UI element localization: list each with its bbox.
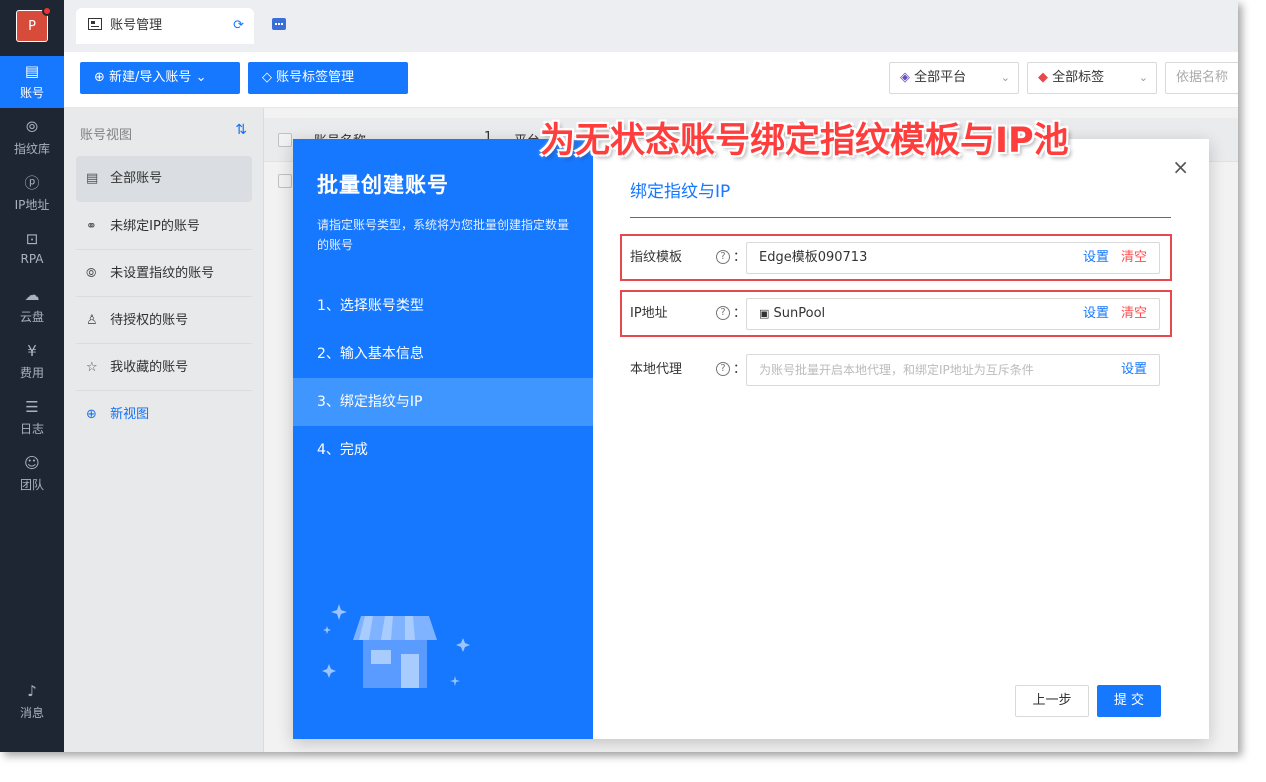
- button-label: 新建/导入账号: [109, 70, 192, 85]
- ip-address-row: IP地址 ? ： ▣ SunPool 设置 清空: [630, 298, 1160, 330]
- search-input[interactable]: 依据名称: [1165, 62, 1238, 94]
- step-3[interactable]: 3、绑定指纹与IP: [293, 378, 593, 426]
- bell-icon: ♪: [27, 682, 37, 700]
- ip-address-field[interactable]: ▣ SunPool 设置 清空: [746, 298, 1160, 330]
- step-2[interactable]: 2、输入基本信息: [293, 330, 593, 378]
- nav-label: 账号: [19, 86, 44, 100]
- step-4[interactable]: 4、完成: [293, 426, 593, 474]
- tag-icon: ◆: [1038, 70, 1048, 85]
- ip-address-label: IP地址: [630, 306, 668, 321]
- cloud-drive-icon: ☁: [24, 286, 40, 304]
- ip-pool-name: SunPool: [773, 306, 826, 321]
- colon: ：: [733, 306, 747, 321]
- ip-set-link[interactable]: 设置: [1083, 299, 1109, 329]
- search-placeholder: 依据名称: [1176, 70, 1229, 85]
- team-icon: ☺: [24, 454, 40, 472]
- log-icon: ☰: [25, 398, 39, 416]
- left-nav: P ▤ 账号 ⦾ 指纹库 ⓟ IP地址 ⊡ RPA ☁ 云盘 ¥ 费用 ☰ 日志…: [0, 0, 64, 752]
- nav-item-logs[interactable]: ☰ 日志: [0, 392, 64, 444]
- annotation-caption: 为无状态账号绑定指纹模板与IP池: [540, 121, 1069, 161]
- colon: ：: [733, 362, 747, 377]
- nav-label: 云盘: [19, 310, 44, 324]
- dialog-title: 批量创建账号: [317, 173, 449, 197]
- batch-create-dialog: 批量创建账号 请指定账号类型，系统将为您批量创建指定数量的账号 1、选择账号类型…: [293, 139, 1209, 739]
- notification-dot: [42, 6, 52, 16]
- id-card-icon: [88, 18, 102, 30]
- close-icon[interactable]: ×: [1172, 155, 1189, 179]
- toolbar: ⊕ 新建/导入账号 ⌄ ◇ 账号标签管理 ◈ 全部平台 ⌄ ◆ 全部标签 ⌄ 依…: [64, 52, 1238, 108]
- fingerprint-template-label: 指纹模板: [630, 250, 683, 265]
- help-icon[interactable]: ?: [716, 250, 730, 264]
- fingerprint-template-value: Edge模板090713: [759, 250, 868, 265]
- nav-item-accounts[interactable]: ▤ 账号: [0, 56, 64, 108]
- ip-clear-link[interactable]: 清空: [1121, 299, 1147, 329]
- nav-item-messages[interactable]: ♪ 消息: [0, 676, 64, 728]
- robot-icon: ⊡: [25, 230, 39, 248]
- previous-step-button[interactable]: 上一步: [1015, 685, 1089, 717]
- tab-account-management[interactable]: 账号管理 ⟳: [76, 8, 254, 44]
- fingerprint-icon: ⦾: [25, 118, 38, 136]
- help-icon[interactable]: ?: [716, 362, 730, 376]
- section-title: 绑定指纹与IP: [630, 182, 731, 202]
- ip-pool-icon: ▣: [759, 307, 770, 320]
- proxy-set-link[interactable]: 设置: [1121, 355, 1147, 385]
- nav-label: 消息: [19, 706, 44, 720]
- new-import-account-button[interactable]: ⊕ 新建/导入账号 ⌄: [80, 62, 240, 94]
- fingerprint-template-row: 指纹模板 ? ： Edge模板090713 设置 清空: [630, 242, 1160, 274]
- local-proxy-field[interactable]: 为账号批量开启本地代理，和绑定IP地址为互斥条件 设置: [746, 354, 1160, 386]
- browser-icon: [272, 18, 286, 30]
- fingerprint-set-link[interactable]: 设置: [1083, 243, 1109, 273]
- local-proxy-row: 本地代理 ? ： 为账号批量开启本地代理，和绑定IP地址为互斥条件 设置: [630, 354, 1160, 386]
- ip-icon: ⓟ: [24, 174, 40, 192]
- app-logo[interactable]: P: [16, 6, 52, 42]
- chevron-down-icon: ⌄: [1138, 71, 1148, 84]
- nav-label: IP地址: [14, 198, 50, 212]
- submit-button[interactable]: 提 交: [1097, 685, 1161, 717]
- nav-label: 指纹库: [13, 142, 50, 156]
- tab-x1[interactable]: x1: [260, 8, 320, 69]
- nav-label: 日志: [19, 422, 44, 436]
- layers-icon: ◈: [900, 70, 910, 85]
- id-card-icon: ▤: [24, 62, 40, 80]
- wizard-steps-panel: 批量创建账号 请指定账号类型，系统将为您批量创建指定数量的账号 1、选择账号类型…: [293, 139, 593, 739]
- fingerprint-clear-link[interactable]: 清空: [1121, 243, 1147, 273]
- shop-illustration-icon: [322, 604, 470, 688]
- button-label: 账号标签管理: [276, 70, 355, 85]
- local-proxy-placeholder: 为账号批量开启本地代理，和绑定IP地址为互斥条件: [759, 363, 1034, 377]
- select-value: 全部标签: [1052, 70, 1105, 85]
- tab-label: 账号管理: [110, 18, 163, 33]
- platform-select[interactable]: ◈ 全部平台 ⌄: [889, 62, 1019, 94]
- yen-icon: ¥: [27, 342, 37, 360]
- local-proxy-label: 本地代理: [630, 362, 683, 377]
- tab-bar: 账号管理 ⟳ x1: [64, 0, 1238, 69]
- nav-label: RPA: [20, 252, 44, 266]
- nav-item-billing[interactable]: ¥ 费用: [0, 336, 64, 388]
- section-divider: [630, 217, 1171, 218]
- fingerprint-template-field[interactable]: Edge模板090713 设置 清空: [746, 242, 1160, 274]
- nav-label: 团队: [19, 478, 44, 492]
- tags-select[interactable]: ◆ 全部标签 ⌄: [1027, 62, 1157, 94]
- help-icon[interactable]: ?: [716, 306, 730, 320]
- nav-label: 费用: [19, 366, 44, 380]
- nav-item-cloud[interactable]: ☁ 云盘: [0, 280, 64, 332]
- refresh-icon[interactable]: ⟳: [233, 8, 244, 44]
- nav-item-fingerprints[interactable]: ⦾ 指纹库: [0, 112, 64, 164]
- colon: ：: [733, 250, 747, 265]
- nav-item-ip[interactable]: ⓟ IP地址: [0, 168, 64, 220]
- nav-item-rpa[interactable]: ⊡ RPA: [0, 224, 64, 276]
- plus-circle-icon: ⊕: [94, 70, 105, 85]
- nav-item-team[interactable]: ☺ 团队: [0, 448, 64, 500]
- ip-pool-value: ▣ SunPool: [759, 299, 825, 329]
- chevron-down-icon: ⌄: [1000, 71, 1010, 84]
- account-tag-management-button[interactable]: ◇ 账号标签管理: [248, 62, 408, 94]
- step-1[interactable]: 1、选择账号类型: [293, 282, 593, 330]
- wizard-content: × 绑定指纹与IP 指纹模板 ? ： Edge模板090713 设置 清空 IP…: [593, 139, 1209, 739]
- dialog-description: 请指定账号类型，系统将为您批量创建指定数量的账号: [317, 218, 570, 252]
- tag-icon: ◇: [262, 70, 272, 85]
- select-value: 全部平台: [914, 70, 967, 85]
- logo-letter: P: [28, 19, 36, 34]
- chevron-down-icon: ⌄: [195, 70, 207, 85]
